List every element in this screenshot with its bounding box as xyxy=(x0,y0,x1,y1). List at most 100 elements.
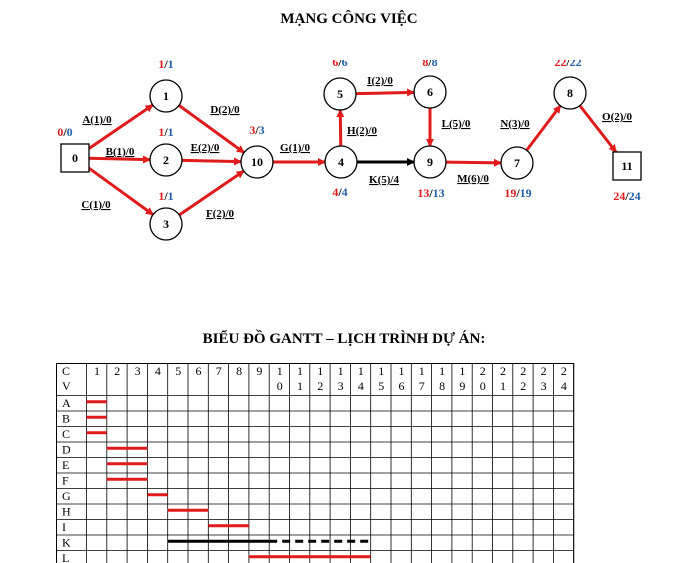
edge-label: I(2)/0 xyxy=(367,75,393,87)
early-time: 22 xyxy=(554,60,566,69)
column-header-bottom: 7 xyxy=(419,379,425,393)
node-id-label: 11 xyxy=(621,159,632,173)
node-time-label: 6/6 xyxy=(332,60,347,69)
node-time-label: 1/1 xyxy=(158,60,173,71)
node-id-label: 7 xyxy=(514,156,520,170)
edge-0-2 xyxy=(88,155,152,164)
task-row-label: C xyxy=(62,427,70,441)
node-time-label: 24/24 xyxy=(613,189,640,203)
node-id-label: 8 xyxy=(567,86,573,100)
column-header-bottom: 2 xyxy=(317,379,323,393)
column-header-top: 5 xyxy=(175,364,181,378)
late-time: 1 xyxy=(168,189,174,203)
column-header-bottom: 5 xyxy=(378,379,384,393)
column-header-top: 8 xyxy=(236,364,242,378)
late-time: 0 xyxy=(67,125,73,139)
task-row-label: G xyxy=(62,489,71,503)
column-header-top: 1 xyxy=(358,364,364,378)
task-row-label: D xyxy=(62,443,71,457)
node-11: 11 24/24 xyxy=(612,151,642,203)
late-time: 22 xyxy=(570,60,582,69)
gantt-title: BIỂU ĐỒ GANTT – LỊCH TRÌNH DỰ ÁN: xyxy=(202,331,486,347)
node-1: 1 1/1 xyxy=(149,60,183,113)
edge-4-5 xyxy=(336,108,345,147)
task-row-label: A xyxy=(62,396,71,410)
task-row-label: I xyxy=(62,520,66,534)
column-header-top: 6 xyxy=(196,364,202,378)
gantt-chart: CV1 2 3 4 5 6 7 8 9 10111213141516171819202122232… xyxy=(56,363,575,563)
node-id-label: 6 xyxy=(427,85,433,99)
column-header-bottom: 1 xyxy=(500,379,506,393)
early-time: 24 xyxy=(613,189,625,203)
node-id-label: 4 xyxy=(338,155,344,169)
node-time-label: 0/0 xyxy=(57,125,72,139)
node-time-label: 8/8 xyxy=(422,60,437,69)
column-header-top: 1 xyxy=(317,364,323,378)
node-id-label: 3 xyxy=(163,217,169,231)
column-header-top: 1 xyxy=(419,364,425,378)
column-header-bottom: 0 xyxy=(277,379,283,393)
early-time: 13 xyxy=(417,186,429,200)
column-header-bottom: 1 xyxy=(297,379,303,393)
gantt-header: CV1 2 3 4 5 6 7 8 9 10111213141516171819202122232… xyxy=(62,364,567,393)
task-row-label: L xyxy=(62,551,69,563)
column-header-top: 2 xyxy=(480,364,486,378)
column-header-top: 1 xyxy=(439,364,445,378)
node-time-label: 4/4 xyxy=(332,185,347,199)
edge-label: B(1)/0 xyxy=(106,146,135,158)
column-header-top: 1 xyxy=(399,364,405,378)
column-header-top: 1 xyxy=(338,364,344,378)
column-header-top: 3 xyxy=(135,364,141,378)
early-time: 19 xyxy=(504,186,516,200)
node-time-label: 3/3 xyxy=(249,123,264,137)
node-8: 8 22/22 xyxy=(553,60,587,110)
edge-label: M(6)/0 xyxy=(457,173,489,185)
edge-label: K(5)/4 xyxy=(369,174,399,186)
late-time: 24 xyxy=(629,189,641,203)
late-time: 3 xyxy=(259,123,265,137)
node-time-label: 13/13 xyxy=(417,186,444,200)
edge-label: O(2)/0 xyxy=(602,111,632,123)
network-diagram: A(1)/0 B(1)/0 C(1)/0 D(2)/0 E(2)/0 F(2)/0 G(1)… xyxy=(57,60,642,241)
late-time: 4 xyxy=(342,185,348,199)
column-header-top: 1 xyxy=(459,364,465,378)
column-header-top: 2 xyxy=(520,364,526,378)
column-header-top: 7 xyxy=(216,364,222,378)
late-time: 1 xyxy=(168,125,174,139)
node-id-label: 1 xyxy=(163,89,169,103)
task-row-label: H xyxy=(62,505,71,519)
column-header-bottom: 4 xyxy=(358,379,364,393)
column-header-bottom: 2 xyxy=(520,379,526,393)
edge-label: A(1)/0 xyxy=(82,114,112,126)
edge-9-7 xyxy=(445,158,503,167)
edge-label: L(5)/0 xyxy=(442,118,471,130)
edge-label: G(1)/0 xyxy=(280,142,310,154)
node-4: 44/4 xyxy=(324,145,358,199)
node-7: 7 19/19 xyxy=(500,146,534,200)
node-6: 6 8/8 xyxy=(413,60,447,109)
edge-0-1 xyxy=(88,103,154,150)
column-header-top: 9 xyxy=(256,364,262,378)
edge-label: H(2)/0 xyxy=(347,125,377,137)
node-5: 5 6/6 xyxy=(323,60,357,111)
task-row-label: E xyxy=(62,458,69,472)
node-0: 00/0 xyxy=(57,125,90,173)
edge-label: N(3)/0 xyxy=(500,118,530,130)
node-10: 10 3/3 xyxy=(240,123,274,179)
column-header-top: 1 xyxy=(378,364,384,378)
column-header-bottom: 3 xyxy=(541,379,547,393)
column-header-top: 1 xyxy=(94,364,100,378)
column-header-bottom: 0 xyxy=(480,379,486,393)
edge-label: C(1)/0 xyxy=(81,199,111,211)
late-time: 19 xyxy=(520,186,532,200)
edge-7-8 xyxy=(525,104,562,152)
column-header-bottom: 8 xyxy=(439,379,445,393)
corner-top: C xyxy=(62,364,70,378)
node-id-label: 9 xyxy=(427,155,433,169)
column-header-top: 2 xyxy=(114,364,120,378)
column-header-top: 2 xyxy=(541,364,547,378)
column-header-bottom: 6 xyxy=(399,379,405,393)
column-header-bottom: 3 xyxy=(338,379,344,393)
node-2: 2 1/1 xyxy=(149,125,183,177)
column-header-top: 2 xyxy=(500,364,506,378)
